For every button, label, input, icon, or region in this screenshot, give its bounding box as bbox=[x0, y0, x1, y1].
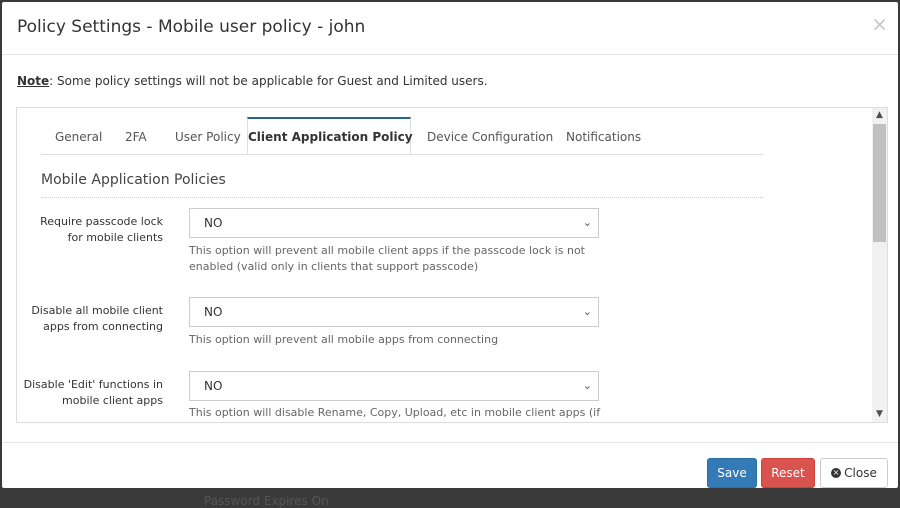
help-text-disable-mobile-apps: This option will prevent all mobile apps… bbox=[189, 333, 499, 346]
panel-scrollbar[interactable]: ▲ ▼ bbox=[872, 108, 887, 422]
note-body: : Some policy settings will not be appli… bbox=[49, 74, 488, 88]
save-button[interactable]: Save bbox=[707, 458, 757, 488]
reset-button[interactable]: Reset bbox=[761, 458, 815, 488]
help-text-disable-edit: This option will disable Rename, Copy, U… bbox=[189, 406, 601, 419]
tab-device-configuration[interactable]: Device Configuration bbox=[427, 118, 553, 154]
policy-panel: General 2FA User Policy Client Applicati… bbox=[16, 107, 888, 423]
select-value: NO bbox=[204, 216, 223, 230]
modal-title: Policy Settings - Mobile user policy - j… bbox=[17, 17, 366, 37]
note-text: Note: Some policy settings will not be a… bbox=[17, 74, 488, 88]
note-label: Note bbox=[17, 74, 50, 88]
scroll-up-icon[interactable]: ▲ bbox=[872, 108, 887, 123]
select-value: NO bbox=[204, 379, 223, 393]
tab-client-application-policy[interactable]: Client Application Policy bbox=[247, 117, 413, 154]
disable-mobile-apps-select[interactable]: NO ⌄ bbox=[189, 297, 599, 327]
tab-2fa[interactable]: 2FA bbox=[125, 118, 147, 154]
times-circle-icon: × bbox=[831, 467, 842, 478]
tab-bar: General 2FA User Policy Client Applicati… bbox=[41, 117, 763, 155]
section-title: Mobile Application Policies bbox=[41, 172, 226, 188]
tab-user-policy[interactable]: User Policy bbox=[175, 118, 241, 154]
scroll-thumb[interactable] bbox=[873, 124, 886, 242]
disable-edit-select[interactable]: NO ⌄ bbox=[189, 371, 599, 401]
chevron-down-icon: ⌄ bbox=[582, 379, 592, 392]
section-divider bbox=[41, 197, 763, 198]
scroll-down-icon[interactable]: ▼ bbox=[872, 407, 887, 422]
policy-settings-modal: Policy Settings - Mobile user policy - j… bbox=[2, 2, 898, 488]
close-button-label: Close bbox=[844, 466, 877, 480]
field-label-passcode-lock: Require passcode lock for mobile clients bbox=[40, 215, 163, 244]
passcode-lock-select[interactable]: NO ⌄ bbox=[189, 208, 599, 238]
close-icon[interactable]: × bbox=[871, 14, 888, 34]
tab-general[interactable]: General bbox=[55, 118, 102, 154]
help-text-passcode-lock: This option will prevent all mobile clie… bbox=[189, 244, 585, 273]
chevron-down-icon: ⌄ bbox=[582, 216, 592, 229]
close-button[interactable]: × Close bbox=[820, 458, 888, 488]
modal-header: Policy Settings - Mobile user policy - j… bbox=[2, 2, 898, 55]
tab-notifications[interactable]: Notifications bbox=[566, 118, 641, 154]
select-value: NO bbox=[204, 305, 223, 319]
field-label-disable-edit: Disable 'Edit' functions in mobile clien… bbox=[23, 378, 163, 407]
field-label-disable-mobile-apps: Disable all mobile client apps from conn… bbox=[31, 304, 163, 333]
modal-footer: Save Reset × Close bbox=[2, 442, 898, 488]
background-text: Password Expires On bbox=[204, 494, 329, 508]
chevron-down-icon: ⌄ bbox=[582, 305, 592, 318]
